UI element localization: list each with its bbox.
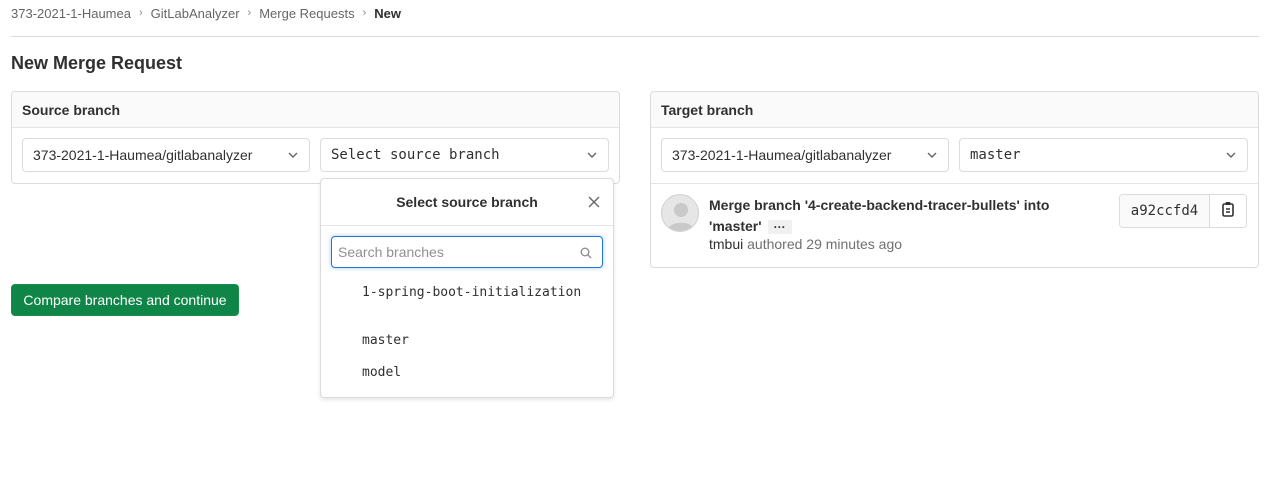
source-branch-card: Source branch 373-2021-1-Haumea/gitlaban… — [11, 91, 620, 184]
breadcrumb-separator-icon: › — [138, 7, 143, 19]
target-branch-select[interactable]: master — [959, 138, 1248, 172]
compare-branches-button[interactable]: Compare branches and continue — [11, 284, 239, 316]
source-branch-select[interactable]: Select source branch — [320, 138, 609, 172]
commit-title-text[interactable]: Merge branch '4-create-backend-tracer-bu… — [709, 197, 1049, 234]
list-item[interactable]: model — [362, 365, 582, 381]
source-branch-header: Source branch — [12, 92, 619, 128]
source-branch-value: Select source branch — [331, 147, 500, 163]
branch-search-field — [331, 236, 603, 268]
copy-sha-button[interactable] — [1210, 195, 1246, 227]
clipboard-icon — [1221, 201, 1235, 222]
list-item[interactable]: 1-spring-boot-initialization — [362, 285, 582, 301]
header-divider — [11, 36, 1259, 37]
chevron-down-icon — [287, 149, 299, 161]
toggle-commit-description-button[interactable]: ··· — [767, 220, 792, 235]
breadcrumb: 373-2021-1-Haumea › GitLabAnalyzer › Mer… — [11, 5, 401, 21]
dropdown-divider — [321, 225, 613, 226]
target-project-value: 373-2021-1-Haumea/gitlabanalyzer — [672, 147, 892, 163]
chevron-down-icon — [1225, 149, 1237, 161]
target-branch-value: master — [970, 147, 1021, 163]
target-branch-header: Target branch — [651, 92, 1258, 128]
search-icon — [580, 246, 592, 259]
breadcrumb-project[interactable]: GitLabAnalyzer — [151, 6, 240, 21]
chevron-down-icon — [926, 149, 938, 161]
page: 373-2021-1-Haumea › GitLabAnalyzer › Mer… — [0, 0, 1280, 498]
page-title: New Merge Request — [11, 53, 183, 73]
breadcrumb-separator-icon: › — [247, 7, 252, 19]
commit-author[interactable]: tmbui — [709, 236, 743, 252]
chevron-down-icon — [586, 149, 598, 161]
target-branch-card: Target branch 373-2021-1-Haumea/gitlaban… — [650, 91, 1259, 268]
dropdown-title: Select source branch — [396, 194, 538, 210]
commit-sha-group: a92ccfd4 — [1119, 194, 1247, 228]
commit-title[interactable]: Merge branch '4-create-backend-tracer-bu… — [709, 195, 1089, 237]
commit-sha[interactable]: a92ccfd4 — [1120, 195, 1210, 227]
breadcrumb-separator-icon: › — [362, 7, 367, 19]
close-icon[interactable] — [587, 195, 601, 209]
target-project-select[interactable]: 373-2021-1-Haumea/gitlabanalyzer — [661, 138, 949, 172]
commit-authored-time: authored 29 minutes ago — [747, 236, 903, 252]
source-project-value: 373-2021-1-Haumea/gitlabanalyzer — [33, 147, 253, 163]
breadcrumb-merge-requests[interactable]: Merge Requests — [259, 6, 354, 21]
source-project-select[interactable]: 373-2021-1-Haumea/gitlabanalyzer — [22, 138, 310, 172]
branch-search-input[interactable] — [332, 237, 562, 267]
breadcrumb-group[interactable]: 373-2021-1-Haumea — [11, 6, 131, 21]
avatar[interactable] — [661, 194, 699, 232]
list-item[interactable]: master — [362, 333, 582, 349]
source-branch-dropdown: Select source branch 1-spring-boot-initi… — [320, 178, 614, 398]
breadcrumb-current: New — [374, 5, 401, 21]
commit-meta: tmbui authored 29 minutes ago — [709, 236, 902, 252]
